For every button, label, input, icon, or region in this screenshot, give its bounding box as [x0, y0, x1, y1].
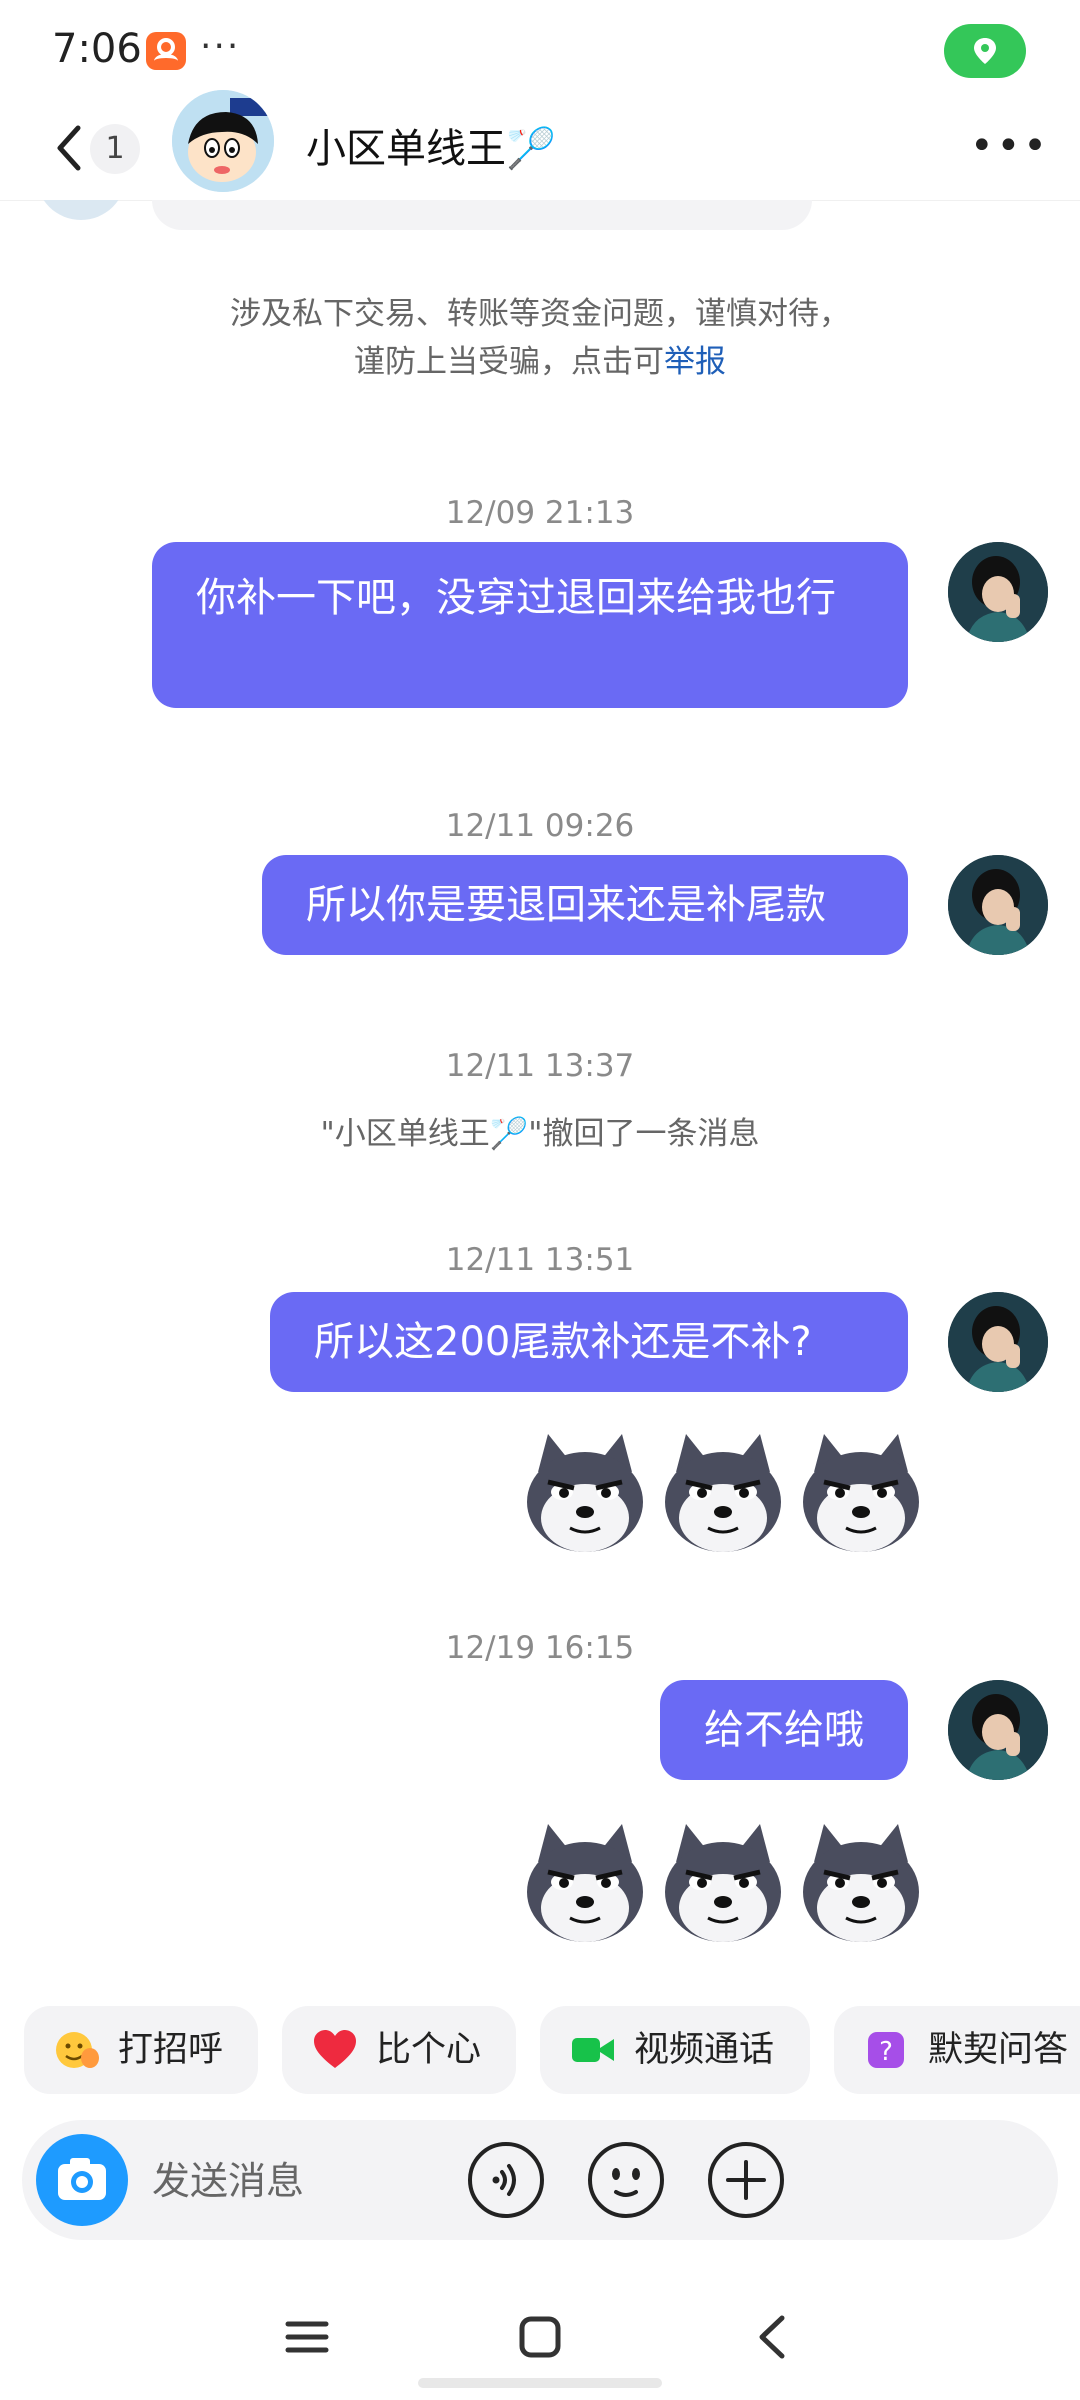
safety-notice-text: 涉及私下交易、转账等资金问题，谨慎对待，谨防上当受骗，点击可	[230, 296, 850, 380]
app-notification-icon	[146, 32, 186, 70]
report-link[interactable]: 举报	[664, 344, 726, 380]
quick-action-quiz[interactable]: ? 默契问答	[834, 2006, 1080, 2094]
location-pin-icon	[974, 38, 996, 64]
outgoing-message-bubble[interactable]: 所以这200尾款补还是不补?	[270, 1292, 908, 1392]
emoji-button[interactable]	[586, 2140, 666, 2220]
svg-text:?: ?	[879, 2037, 893, 2067]
home-button[interactable]	[505, 2302, 575, 2372]
cartoon-boy-avatar-icon	[172, 90, 274, 192]
back-button[interactable]	[50, 118, 90, 178]
my-avatar[interactable]	[948, 855, 1048, 955]
chat-title: 小区单线王🏸	[306, 116, 556, 174]
husky-dog-sticker-icon[interactable]	[796, 1428, 926, 1558]
user-photo-avatar-icon	[948, 542, 1048, 642]
outgoing-message-bubble[interactable]: 你补一下吧，没穿过退回来给我也行	[152, 542, 908, 708]
husky-dog-sticker-icon[interactable]	[520, 1428, 650, 1558]
safety-notice: 涉及私下交易、转账等资金问题，谨慎对待，谨防上当受骗，点击可举报	[220, 290, 860, 386]
camera-button[interactable]	[36, 2134, 128, 2226]
voice-button[interactable]	[466, 2140, 546, 2220]
message-timestamp: 12/11 13:37	[445, 1048, 635, 1084]
chat-header: 1 小区单线王🏸 •••	[0, 90, 1080, 201]
recalled-message-notice: "小区单线王🏸"撤回了一条消息	[320, 1116, 760, 1152]
system-back-button[interactable]	[738, 2302, 808, 2372]
quick-action-label: 比个心	[376, 2030, 482, 2070]
quick-action-label: 默契问答	[928, 2030, 1069, 2070]
gesture-indicator	[418, 2378, 662, 2388]
location-indicator	[944, 24, 1026, 78]
back-arrow-icon	[759, 2315, 785, 2359]
menu-lines-icon	[285, 2321, 329, 2353]
message-timestamp: 12/11 13:51	[445, 1242, 635, 1278]
unread-count-badge: 1	[90, 124, 140, 174]
recents-button[interactable]	[272, 2302, 342, 2372]
quick-action-video-call[interactable]: 视频通话	[540, 2006, 810, 2094]
message-timestamp: 12/09 21:13	[445, 495, 635, 531]
quick-actions-bar: 打招呼 比个心 视频通话 ? 默契问答	[24, 2006, 1080, 2094]
my-avatar[interactable]	[948, 542, 1048, 642]
outgoing-message-bubble[interactable]: 给不给哦	[660, 1680, 908, 1780]
plus-icon	[708, 2142, 784, 2218]
camera-icon	[58, 2158, 106, 2200]
heart-icon	[314, 2030, 356, 2068]
status-time: 7:06	[52, 26, 142, 72]
more-notifications-icon: ···	[200, 26, 241, 67]
voice-wave-icon	[468, 2142, 544, 2218]
chevron-left-icon	[57, 125, 81, 171]
contact-avatar-partial	[36, 200, 126, 220]
husky-dog-sticker-icon[interactable]	[658, 1428, 788, 1558]
outgoing-message-bubble[interactable]: 所以你是要退回来还是补尾款	[262, 855, 908, 955]
chat-messages[interactable]: 涉及私下交易、转账等资金问题，谨慎对待，谨防上当受骗，点击可举报 12/09 2…	[0, 200, 1080, 1990]
question-box-icon: ?	[868, 2032, 904, 2068]
user-photo-avatar-icon	[948, 1292, 1048, 1392]
quick-action-label: 打招呼	[118, 2030, 224, 2070]
smiley-icon	[588, 2142, 664, 2218]
add-button[interactable]	[706, 2140, 786, 2220]
my-avatar[interactable]	[948, 1680, 1048, 1780]
my-avatar[interactable]	[948, 1292, 1048, 1392]
wave-emoji-icon	[56, 2032, 99, 2068]
video-camera-icon	[572, 2038, 614, 2062]
message-timestamp: 12/19 16:15	[445, 1630, 635, 1666]
quick-action-greet[interactable]: 打招呼	[24, 2006, 258, 2094]
chat-title-text: 小区单线王	[306, 126, 506, 172]
sticker-row	[520, 1818, 940, 1948]
husky-dog-sticker-icon[interactable]	[658, 1818, 788, 1948]
user-photo-avatar-icon	[948, 1680, 1048, 1780]
message-timestamp: 12/11 09:26	[445, 808, 635, 844]
sticker-row	[520, 1428, 940, 1558]
quick-action-heart[interactable]: 比个心	[282, 2006, 516, 2094]
husky-dog-sticker-icon[interactable]	[796, 1818, 926, 1948]
quick-action-label: 视频通话	[634, 2030, 775, 2070]
message-input-bar	[22, 2120, 1058, 2240]
user-photo-avatar-icon	[948, 855, 1048, 955]
incoming-bubble-partial	[152, 200, 812, 230]
home-square-icon	[519, 2316, 561, 2358]
husky-dog-sticker-icon[interactable]	[520, 1818, 650, 1948]
badminton-racket-icon: 🏸	[506, 126, 556, 172]
status-bar: 7:06 ···	[0, 0, 1080, 100]
contact-avatar[interactable]	[172, 90, 274, 192]
more-options-button[interactable]: •••	[970, 116, 1047, 176]
